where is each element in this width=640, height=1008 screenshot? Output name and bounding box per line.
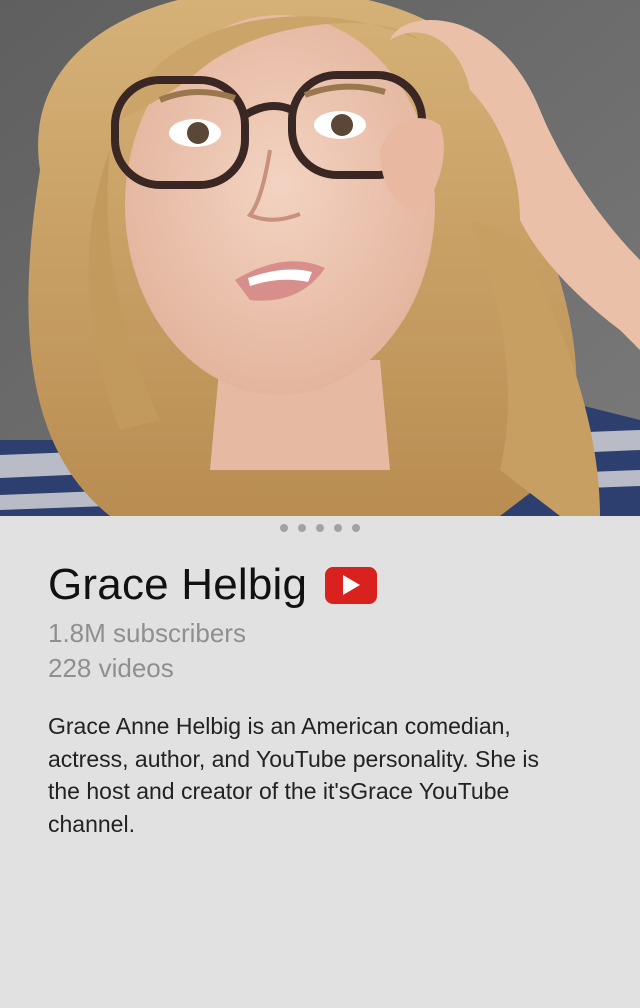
channel-title-row: Grace Helbig: [48, 556, 608, 614]
page-dot[interactable]: [316, 524, 324, 532]
channel-card: Grace Helbig 1.8M subscribers 228 videos…: [0, 0, 640, 1008]
channel-photo: [0, 0, 640, 516]
page-dot[interactable]: [298, 524, 306, 532]
youtube-play-icon[interactable]: [325, 566, 378, 604]
channel-info: Grace Helbig 1.8M subscribers 228 videos…: [48, 556, 608, 840]
channel-name: Grace Helbig: [48, 560, 308, 609]
page-dot[interactable]: [352, 524, 360, 532]
page-indicator[interactable]: [0, 524, 640, 532]
channel-stats: 1.8M subscribers 228 videos: [48, 616, 608, 686]
video-count: 228 videos: [48, 653, 174, 683]
subscriber-count: 1.8M subscribers: [48, 618, 246, 648]
channel-description: Grace Anne Helbig is an American comedia…: [48, 713, 539, 837]
page-dot[interactable]: [280, 524, 288, 532]
play-triangle-icon: [343, 575, 361, 595]
page-dot[interactable]: [334, 524, 342, 532]
